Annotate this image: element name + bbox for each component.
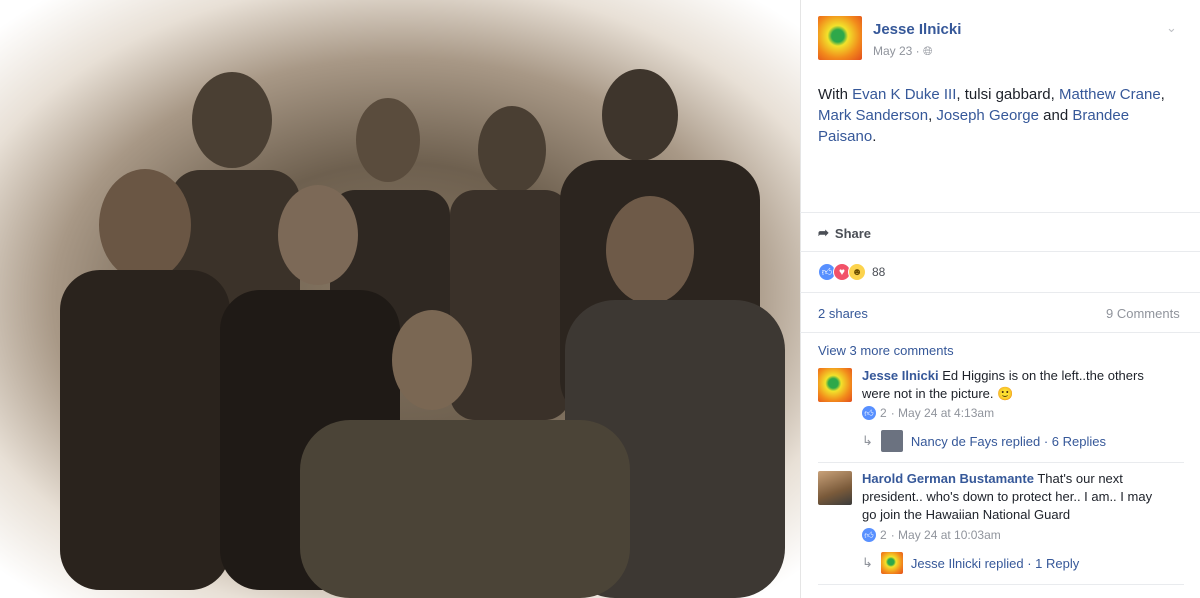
commenter-avatar[interactable]	[818, 368, 852, 402]
divider	[800, 212, 1200, 213]
comment-replies[interactable]: ↳ Nancy de Fays replied · 6 Replies	[862, 430, 1106, 452]
photo-illustration	[60, 69, 785, 598]
reactions-summary[interactable]: 👍︎ ♥ ☻ 88	[818, 263, 885, 281]
comment-replies[interactable]: ↳ Jesse Ilnicki replied · 1 Reply	[862, 552, 1079, 574]
share-button[interactable]: ➦ Share	[818, 225, 871, 241]
divider	[818, 462, 1184, 463]
tag-joseph-george[interactable]: Joseph George	[936, 107, 1039, 124]
divider	[800, 332, 1200, 333]
commenter-avatar[interactable]	[818, 471, 852, 505]
globe-icon: 🌐︎	[923, 44, 933, 58]
chevron-down-icon[interactable]: ⌄	[1166, 20, 1177, 36]
comment-author[interactable]: Harold German Bustamante	[862, 471, 1034, 486]
reply-author[interactable]: Jesse Ilnicki	[911, 556, 981, 571]
reply-author[interactable]: Nancy de Fays	[911, 434, 998, 449]
share-icon: ➦	[818, 225, 829, 240]
post-separator: ,	[1160, 86, 1165, 103]
comment-like-count[interactable]: 2	[880, 528, 887, 542]
reply-arrow-icon: ↳	[862, 555, 873, 570]
like-icon: 👍︎	[862, 406, 876, 420]
post-separator: and	[1038, 107, 1073, 124]
reply-avatar[interactable]	[880, 430, 903, 452]
tag-matthew-crane[interactable]: Matthew Crane	[1059, 86, 1161, 103]
comments-link[interactable]: 9 Comments	[1106, 306, 1180, 321]
post-date[interactable]: May 23 · 🌐︎	[873, 44, 933, 59]
comment-author[interactable]: Jesse Ilnicki	[862, 368, 939, 383]
author-avatar[interactable]	[818, 16, 862, 60]
reply-summary[interactable]: replied · 1 Reply	[981, 556, 1080, 571]
comment-meta: 👍︎ 2 · May 24 at 4:13am	[862, 406, 994, 420]
like-icon: 👍︎	[862, 528, 876, 542]
divider	[800, 251, 1200, 252]
haha-icon: ☻	[848, 263, 866, 281]
divider	[818, 584, 1184, 585]
reply-summary[interactable]: replied · 6 Replies	[998, 434, 1106, 449]
comment-body: Jesse Ilnicki Ed Higgins is on the left.…	[862, 367, 1162, 403]
reaction-count: 88	[872, 265, 886, 279]
tag-evan-k-duke[interactable]: Evan K Duke III	[852, 86, 956, 103]
comment-timestamp[interactable]: · May 24 at 4:13am	[891, 406, 994, 420]
divider	[800, 292, 1200, 293]
post-author-name[interactable]: Jesse Ilnicki	[873, 21, 961, 38]
post-date-text[interactable]: May 23 ·	[873, 44, 920, 58]
post-text: With Evan K Duke III, tulsi gabbard, Mat…	[818, 84, 1186, 147]
post-with-prefix: With	[818, 86, 853, 103]
post-photo[interactable]	[0, 0, 800, 598]
comment-like-count[interactable]: 2	[880, 406, 887, 420]
reply-arrow-icon: ↳	[862, 433, 873, 448]
tag-mark-sanderson[interactable]: Mark Sanderson	[818, 107, 928, 124]
comment-timestamp[interactable]: · May 24 at 10:03am	[891, 528, 1001, 542]
post-end: .	[872, 128, 877, 145]
comment-body: Harold German Bustamante That's our next…	[862, 470, 1162, 524]
comment-meta: 👍︎ 2 · May 24 at 10:03am	[862, 528, 1001, 542]
share-label: Share	[834, 225, 872, 241]
reply-avatar[interactable]	[880, 552, 903, 574]
shares-link[interactable]: 2 shares	[818, 306, 868, 321]
view-more-comments-link[interactable]: View 3 more comments	[818, 343, 954, 358]
post-separator: , tulsi gabbard,	[956, 86, 1059, 103]
